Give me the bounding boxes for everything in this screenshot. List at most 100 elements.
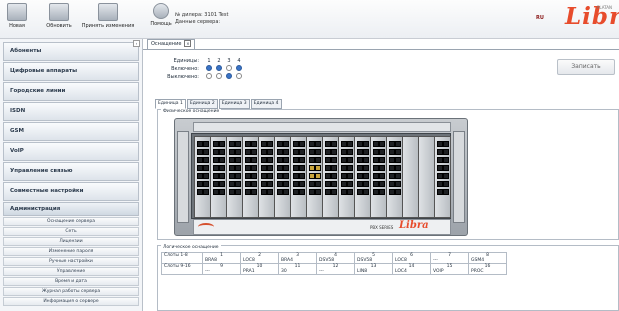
admin-item-server-info[interactable]: Информация о сервере — [3, 297, 139, 306]
unit-off-radio[interactable] — [236, 73, 242, 79]
slot-cell[interactable]: 8 GSM4 — [468, 252, 507, 264]
sidebar-item-city-lines[interactable]: Городские линии — [3, 82, 139, 101]
on-label: Включено: — [171, 66, 199, 72]
table-row: Слоты 1-8 1 BRA8 2 LOC8 3 BRA4 4 DSV58 5 DSV5… — [161, 252, 507, 264]
dealer-number: № дилера: 3101 Test — [175, 12, 229, 18]
chassis-card — [258, 136, 275, 218]
admin-item-change-password[interactable]: Изменение пароля — [3, 247, 139, 256]
logical-equipment-panel: Логическое оснащение Слоты 1-8 1 BRA8 2 LO… — [157, 245, 619, 311]
admin-submenu: Оснащение сервера Сеть Лицензии Изменени… — [3, 217, 139, 306]
refresh-button[interactable]: Обновить — [44, 3, 74, 29]
sidebar-item-subscribers[interactable]: Абоненты — [3, 42, 139, 61]
new-button[interactable]: Новая — [6, 3, 28, 29]
unit-on-radio[interactable] — [226, 65, 232, 71]
sidebar-item-call-control[interactable]: Управление связью — [3, 162, 139, 181]
apply-changes-button[interactable]: Принять изменения — [79, 3, 137, 29]
pbx-chassis-image: PBX SERIES Libra — [174, 118, 468, 236]
unit-off-radio[interactable] — [216, 73, 222, 79]
sidebar-item-voip[interactable]: VoIP — [3, 142, 139, 161]
save-button[interactable]: Записать — [557, 59, 615, 75]
server-data-label: Данные сервера: — [175, 19, 221, 25]
card-slots — [191, 133, 451, 219]
row-header: Слоты 1-8 — [161, 252, 203, 264]
main-panel: Оснащение × Единицы: 1 2 3 4 Включено: Вы… — [143, 39, 619, 311]
refresh-icon — [49, 3, 69, 21]
chassis-card — [290, 136, 307, 218]
admin-item-server-log[interactable]: Журнал работы сервера — [3, 287, 139, 296]
slot-cell[interactable]: 1 BRA8 — [202, 252, 241, 264]
sidebar: ‹ Абоненты Цифровые аппараты Городские л… — [0, 39, 143, 311]
chassis-card — [418, 136, 435, 218]
admin-item-network[interactable]: Сеть — [3, 227, 139, 236]
chassis-left-ear — [177, 131, 189, 223]
slot-cell[interactable]: 7 --- — [430, 252, 469, 264]
language-selector[interactable]: RU — [536, 15, 544, 21]
row-header: Слоты 9-16 — [161, 263, 203, 275]
chassis-card — [194, 136, 211, 218]
slot-cell[interactable]: 16 PROC — [468, 263, 507, 275]
chassis-card — [370, 136, 387, 218]
slot-cell[interactable]: 13 LIN8 — [354, 263, 393, 275]
units-label: Единицы: — [173, 58, 199, 64]
slot-cell[interactable]: 15 VOIP — [430, 263, 469, 275]
logical-slots-table: Слоты 1-8 1 BRA8 2 LOC8 3 BRA4 4 DSV58 5 DSV5… — [161, 252, 507, 275]
tab-unit-3[interactable]: Единица 3 — [218, 99, 250, 109]
admin-item-licenses[interactable]: Лицензии — [3, 237, 139, 246]
slot-cell[interactable]: 11 30 — [278, 263, 317, 275]
chassis-card — [386, 136, 403, 218]
sidebar-item-administration[interactable]: Администрация — [3, 202, 139, 216]
platan-mini-logo — [198, 223, 214, 231]
tab-unit-2[interactable]: Единица 2 — [186, 99, 218, 109]
unit-tabs: Единица 1 Единица 2 Единица 3 Единица 4 — [155, 99, 283, 109]
slot-cell[interactable]: 4 DSV58 — [316, 252, 355, 264]
slot-cell[interactable]: 14 LOC4 — [392, 263, 431, 275]
chassis-top-rail — [193, 122, 451, 132]
tab-unit-1[interactable]: Единица 1 — [155, 99, 186, 109]
unit-on-radio[interactable] — [236, 65, 242, 71]
slot-cell[interactable]: 5 DSV58 — [354, 252, 393, 264]
unit-on-radio[interactable] — [206, 65, 212, 71]
slot-cell[interactable]: 12 --- — [316, 263, 355, 275]
dealer-info: № дилера: 3101 Test Данные сервера: — [175, 12, 228, 26]
sidebar-item-gsm[interactable]: GSM — [3, 122, 139, 141]
unit-number: 1 — [207, 58, 211, 64]
slot-cell[interactable]: 9 --- — [202, 263, 241, 275]
physical-equipment-legend: Физическое оснащение — [161, 109, 222, 114]
chassis-card — [242, 136, 259, 218]
off-label: Выключено: — [167, 74, 199, 80]
tab-equipment[interactable]: Оснащение × — [147, 39, 196, 49]
new-icon — [7, 3, 27, 21]
chassis-card — [434, 136, 451, 218]
admin-item-management[interactable]: Управление — [3, 267, 139, 276]
slot-cell[interactable]: 10 PRA1 — [240, 263, 279, 275]
chassis-libra-logo: Libra — [399, 220, 429, 231]
slot-cell[interactable]: 6 LOC8 — [392, 252, 431, 264]
chassis-card — [338, 136, 355, 218]
help-button[interactable]: Помощь — [150, 3, 172, 27]
unit-off-radio[interactable] — [226, 73, 232, 79]
sidebar-item-shared-settings[interactable]: Совместные настройки — [3, 182, 139, 201]
tab-unit-4[interactable]: Единица 4 — [250, 99, 282, 109]
slot-cell[interactable]: 3 BRA4 — [278, 252, 317, 264]
sidebar-item-isdn[interactable]: ISDN — [3, 102, 139, 121]
tab-divider — [143, 49, 619, 50]
slot-cell[interactable]: 2 LOC8 — [240, 252, 279, 264]
tab-equipment-label: Оснащение — [151, 41, 182, 47]
platan-label: PLATAN — [597, 5, 613, 10]
admin-item-server-equipment[interactable]: Оснащение сервера — [3, 217, 139, 226]
chassis-card — [354, 136, 371, 218]
admin-item-manual-settings[interactable]: Ручные настройки — [3, 257, 139, 266]
unit-on-radio[interactable] — [216, 65, 222, 71]
sidebar-item-digital-phones[interactable]: Цифровые аппараты — [3, 62, 139, 81]
chassis-front-panel: PBX SERIES Libra — [193, 219, 451, 235]
units-off-row: Выключено: — [157, 73, 244, 81]
help-icon — [153, 3, 169, 19]
close-tab-icon[interactable]: × — [184, 40, 192, 47]
table-row: Слоты 9-16 9 --- 10 PRA1 11 30 12 --- 13 LIN8… — [161, 263, 507, 275]
admin-item-time-date[interactable]: Время и дата — [3, 277, 139, 286]
collapse-sidebar-icon[interactable]: ‹ — [133, 40, 140, 47]
unit-off-radio[interactable] — [206, 73, 212, 79]
toolbar: Новая Обновить Принять изменения Помощь … — [0, 0, 619, 39]
unit-number: 4 — [237, 58, 241, 64]
chassis-card — [402, 136, 419, 218]
